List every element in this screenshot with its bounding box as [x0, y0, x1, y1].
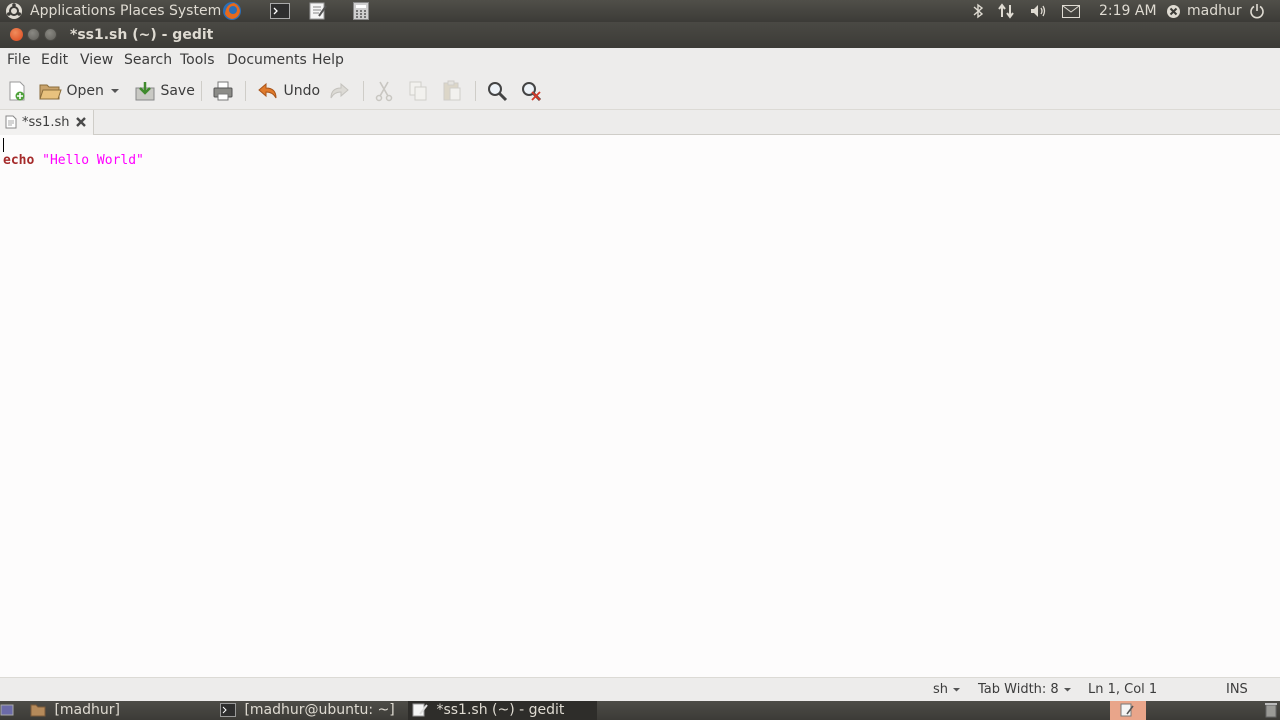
- text-editor-area[interactable]: echo "Hello World": [0, 135, 1280, 677]
- close-tab-icon[interactable]: [75, 116, 87, 132]
- menu-bar: File Edit View Search Tools Documents He…: [0, 48, 1280, 72]
- redo-button[interactable]: [328, 78, 350, 104]
- scissors-icon: [375, 81, 393, 102]
- undo-icon: [258, 82, 277, 99]
- workspace-switcher[interactable]: [1110, 701, 1146, 720]
- search-icon: [488, 82, 508, 102]
- window-title: *ss1.sh (~) - gedit: [70, 27, 214, 43]
- places-menu[interactable]: Places: [120, 0, 165, 22]
- save-button[interactable]: Save: [134, 78, 195, 104]
- cut-button[interactable]: [374, 78, 394, 104]
- user-name[interactable]: madhur: [1187, 0, 1242, 22]
- tab-width-label: Tab Width: 8: [978, 682, 1059, 697]
- new-document-icon: [9, 81, 25, 101]
- text-cursor: [3, 138, 4, 152]
- chevron-down-icon: [953, 688, 961, 692]
- applications-menu[interactable]: Applications: [30, 0, 116, 22]
- trash-icon[interactable]: [1264, 701, 1278, 720]
- taskbar-item-terminal[interactable]: [madhur@ubuntu: ~]: [220, 701, 400, 720]
- find-replace-button[interactable]: [520, 78, 542, 104]
- save-icon: [135, 82, 155, 101]
- maximize-window-button[interactable]: [44, 28, 57, 41]
- redo-icon: [330, 82, 349, 99]
- clock[interactable]: 2:19 AM: [1099, 0, 1157, 22]
- text-editor-icon: [412, 703, 428, 717]
- code-line-1: echo "Hello World": [3, 153, 144, 168]
- insert-mode: INS: [1226, 682, 1248, 697]
- tab-ss1-sh[interactable]: *ss1.sh: [0, 110, 94, 135]
- toolbar-separator: [363, 81, 364, 101]
- menu-edit[interactable]: Edit: [41, 48, 68, 72]
- text-editor-launcher-icon[interactable]: [309, 0, 327, 22]
- find-button[interactable]: [486, 78, 508, 104]
- save-button-label: Save: [160, 83, 195, 99]
- find-replace-icon: [522, 82, 542, 102]
- bluetooth-icon[interactable]: [972, 0, 984, 22]
- user-status-icon[interactable]: [1166, 0, 1181, 22]
- toolbar-separator: [475, 81, 476, 101]
- undo-button-label: Undo: [283, 83, 321, 99]
- cursor-position: Ln 1, Col 1: [1088, 682, 1158, 697]
- printer-icon: [213, 81, 233, 101]
- open-button[interactable]: Open: [38, 78, 104, 104]
- document-tab-strip: *ss1.sh: [0, 110, 1280, 135]
- terminal-launcher-icon[interactable]: [270, 0, 290, 22]
- taskbar-item-label: [madhur]: [54, 702, 120, 718]
- window-titlebar[interactable]: *ss1.sh (~) - gedit: [0, 22, 1280, 48]
- show-desktop-icon[interactable]: [0, 701, 14, 720]
- menu-view[interactable]: View: [80, 48, 113, 72]
- bottom-taskbar: [madhur] [madhur@ubuntu: ~] *ss1.sh (~) …: [0, 701, 1280, 720]
- menu-file[interactable]: File: [7, 48, 30, 72]
- status-bar: sh Tab Width: 8 Ln 1, Col 1 INS: [0, 677, 1280, 701]
- undo-button[interactable]: Undo: [257, 78, 320, 104]
- keyword-token: echo: [3, 153, 35, 168]
- toolbar: Open Save Undo: [0, 72, 1280, 110]
- close-window-button[interactable]: [10, 28, 23, 41]
- menu-tools[interactable]: Tools: [180, 48, 215, 72]
- power-icon[interactable]: [1249, 0, 1265, 22]
- folder-open-icon: [39, 84, 62, 100]
- taskbar-item-label: *ss1.sh (~) - gedit: [436, 702, 565, 718]
- copy-icon: [409, 81, 427, 101]
- volume-icon[interactable]: [1029, 0, 1049, 22]
- folder-icon: [30, 704, 46, 717]
- language-label: sh: [933, 682, 949, 697]
- taskbar-item-label: [madhur@ubuntu: ~]: [244, 702, 395, 718]
- paste-button[interactable]: [442, 78, 462, 104]
- new-document-button[interactable]: [6, 78, 28, 104]
- tab-label: *ss1.sh: [22, 115, 70, 130]
- terminal-icon: [220, 703, 236, 717]
- string-token: "Hello World": [42, 153, 144, 168]
- menu-documents[interactable]: Documents: [227, 48, 307, 72]
- calculator-launcher-icon[interactable]: [353, 0, 369, 22]
- chevron-down-icon: [111, 89, 119, 93]
- toolbar-separator: [245, 81, 246, 101]
- toolbar-separator: [201, 81, 202, 101]
- document-icon: [5, 115, 17, 133]
- taskbar-item-gedit[interactable]: *ss1.sh (~) - gedit: [408, 701, 597, 720]
- network-icon[interactable]: [997, 0, 1015, 22]
- mail-icon[interactable]: [1062, 0, 1080, 22]
- print-button[interactable]: [212, 78, 234, 104]
- menu-help[interactable]: Help: [312, 48, 344, 72]
- firefox-icon[interactable]: [222, 0, 242, 22]
- top-panel: Applications Places System 2:19 AM madhu…: [0, 0, 1280, 22]
- system-menu[interactable]: System: [169, 0, 221, 22]
- language-selector[interactable]: sh: [933, 678, 961, 702]
- taskbar-item-madhur[interactable]: [madhur]: [30, 701, 210, 720]
- chevron-down-icon: [1063, 688, 1071, 692]
- copy-button[interactable]: [408, 78, 428, 104]
- ubuntu-logo-icon[interactable]: [5, 0, 23, 22]
- open-button-label: Open: [66, 83, 104, 99]
- open-recent-dropdown[interactable]: [110, 78, 120, 104]
- paste-icon: [443, 80, 461, 101]
- menu-search[interactable]: Search: [124, 48, 172, 72]
- minimize-window-button[interactable]: [27, 28, 40, 41]
- workspace-icon: [1120, 703, 1134, 717]
- tab-width-selector[interactable]: Tab Width: 8: [978, 678, 1072, 702]
